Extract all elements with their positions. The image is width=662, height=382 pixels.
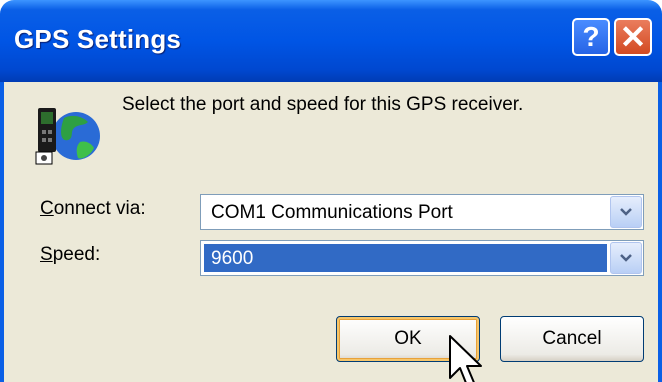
mouse-pointer-icon <box>449 335 482 382</box>
gps-settings-dialog: GPS Settings ? ✕ Select the port and spe… <box>0 0 662 382</box>
window-title: GPS Settings <box>14 24 182 54</box>
chevron-down-icon <box>620 208 632 216</box>
instruction-text: Select the port and speed for this GPS r… <box>122 94 524 115</box>
speed-value: 9600 <box>211 248 254 269</box>
speed-dropdown-button[interactable] <box>610 242 642 274</box>
dialog-body: Select the port and speed for this GPS r… <box>0 82 662 382</box>
connect-via-label: Connect via: <box>40 198 146 219</box>
close-icon: ✕ <box>619 19 647 55</box>
speed-combobox[interactable]: 9600 <box>200 240 644 276</box>
title-bar[interactable]: GPS Settings ? ✕ <box>0 0 662 82</box>
close-button[interactable]: ✕ <box>614 18 652 56</box>
speed-selection-highlight <box>204 244 607 272</box>
help-icon: ? <box>582 21 600 52</box>
connect-via-combobox[interactable]: COM1 Communications Port <box>200 194 644 230</box>
connect-via-value: COM1 Communications Port <box>211 202 453 223</box>
cancel-button[interactable]: Cancel <box>500 316 644 362</box>
speed-label: Speed: <box>40 244 101 265</box>
connect-via-dropdown-button[interactable] <box>610 196 642 228</box>
chevron-down-icon <box>620 254 632 262</box>
help-button[interactable]: ? <box>572 18 610 56</box>
gps-globe-icon <box>35 108 100 165</box>
